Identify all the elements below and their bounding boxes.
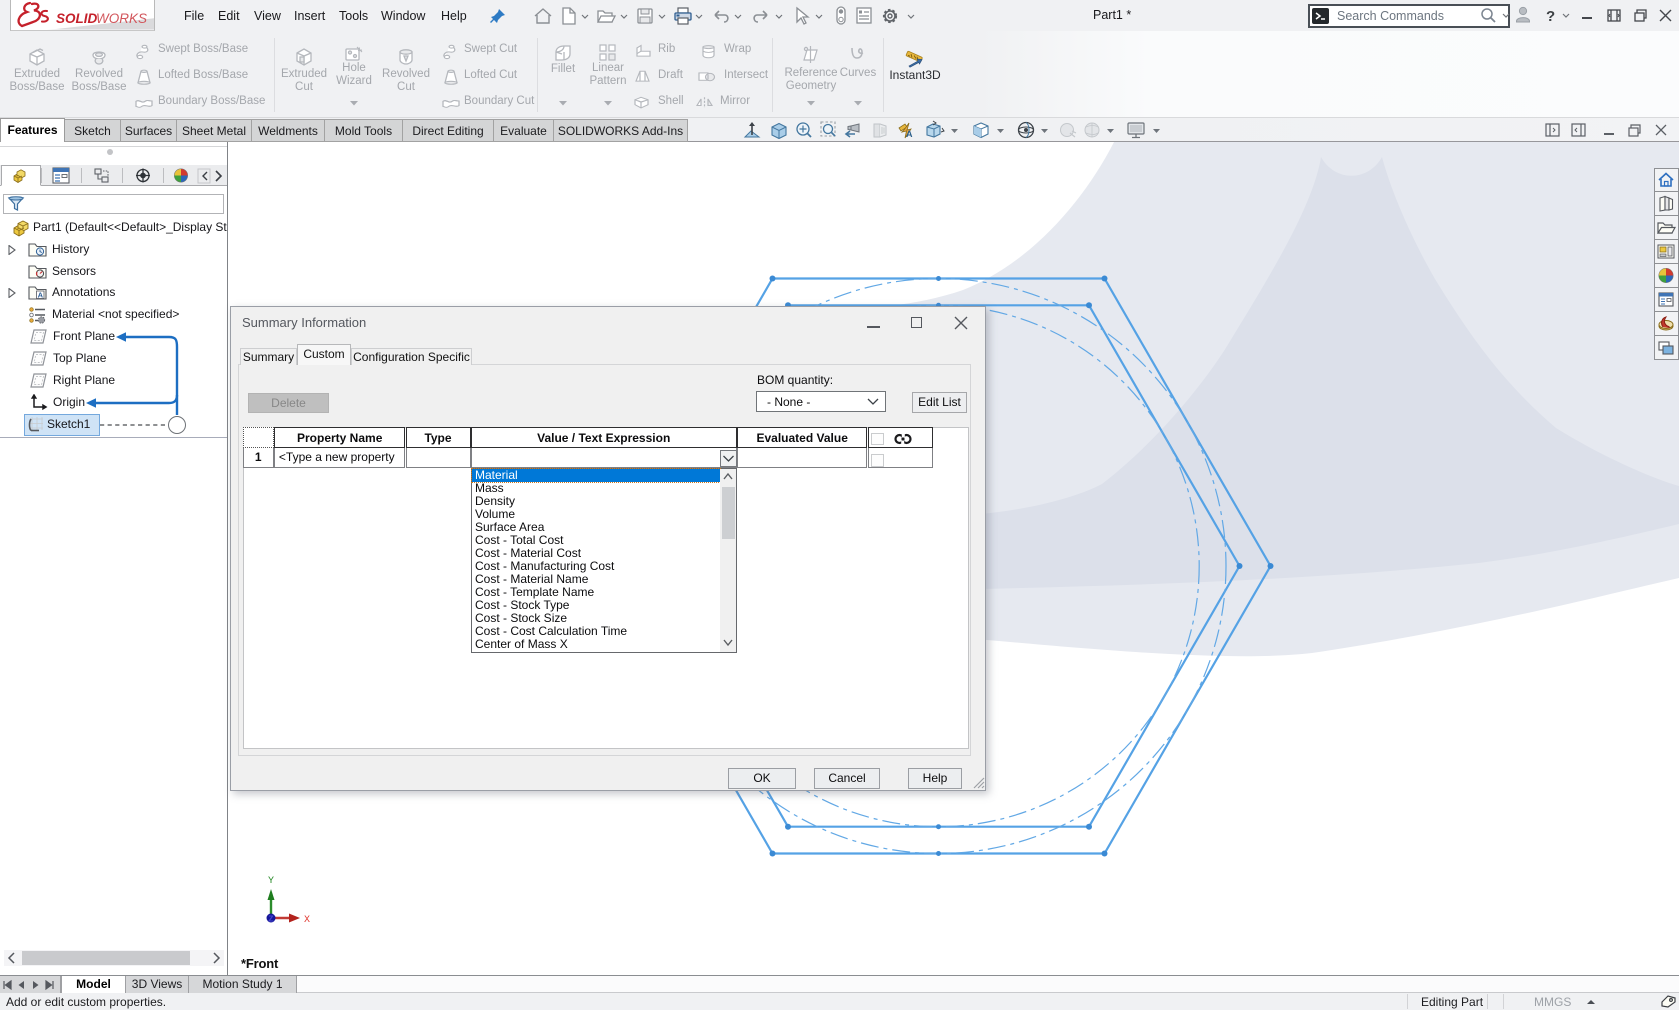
svg-text:Z: Z bbox=[268, 915, 273, 925]
svg-text:WORKS: WORKS bbox=[96, 11, 147, 26]
svg-text:Y: Y bbox=[268, 876, 274, 887]
svg-text:SOLID: SOLID bbox=[56, 11, 98, 26]
svg-text:X: X bbox=[304, 915, 310, 926]
svg-text:A: A bbox=[38, 291, 44, 300]
svg-text:?: ? bbox=[1546, 8, 1555, 25]
svg-text:A: A bbox=[906, 129, 913, 139]
